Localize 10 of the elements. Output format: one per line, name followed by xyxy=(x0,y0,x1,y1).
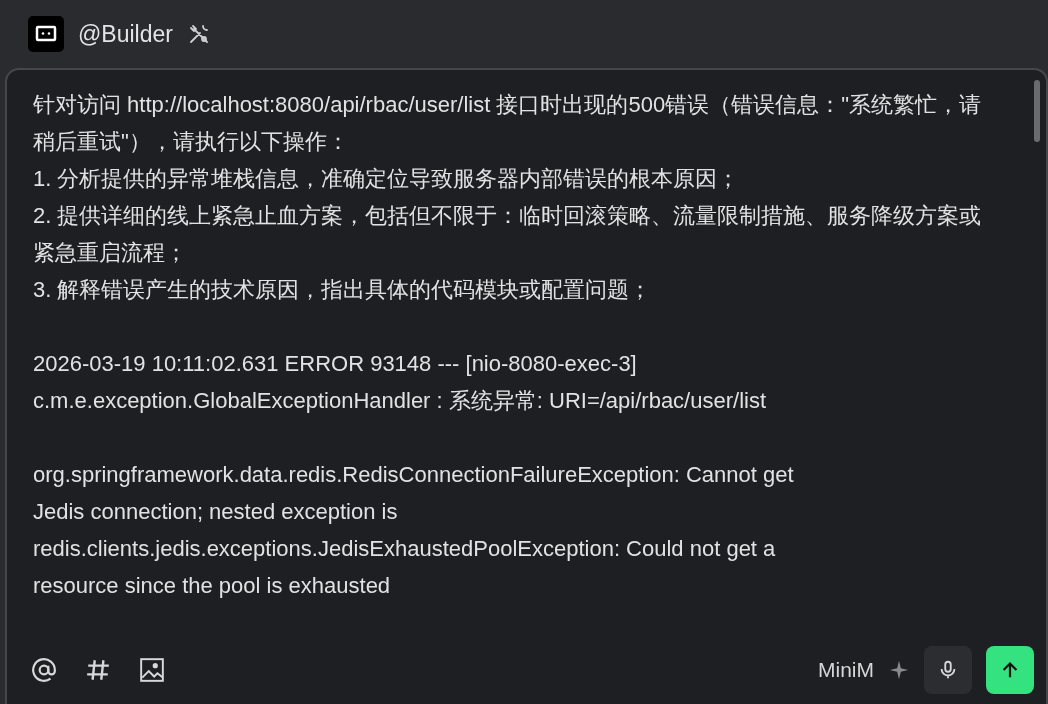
image-icon[interactable] xyxy=(139,657,165,683)
send-button[interactable] xyxy=(986,646,1034,694)
hashtag-icon[interactable] xyxy=(85,657,111,683)
microphone-button[interactable] xyxy=(924,646,972,694)
message-input[interactable]: 针对访问 http://localhost:8080/api/rbac/user/list 接口时出现的500错误（错误信息："系统繁忙，请稍后重试"），请执行以下操作： 1. 分析提供的异常堆栈信息，准确定位导致服务器内部错误的根本原因； 2. 提供详细的线上紧急止血方案，包括但不限于：临时回滚策略、流量限制措施、服务降级方案或紧急重启流程； 3. 解释错误产生的技术原因，指出具体的代码模块或配置问题； 2026-03-19 10:11:02.631 ERROR 93148 --- [nio-8080-exec-3] c.m.e.exception.GlobalExceptionHandler : 系统异常: URI=/api/rbac/user/list org.springframework.data.redis.RedisConnectionFailureException: Cannot get Jedis connection; nested exception is redis.clients.jedis.exceptions.JedisExhaustedPoolException: Could not get a resource since the pool is exhausted xyxy=(7,70,1046,641)
chat-bot-icon xyxy=(28,16,64,52)
model-name[interactable]: MiniM xyxy=(818,658,874,682)
scrollbar[interactable] xyxy=(1034,80,1040,142)
mention-icon[interactable] xyxy=(31,657,57,683)
agent-name: @Builder xyxy=(78,20,173,48)
